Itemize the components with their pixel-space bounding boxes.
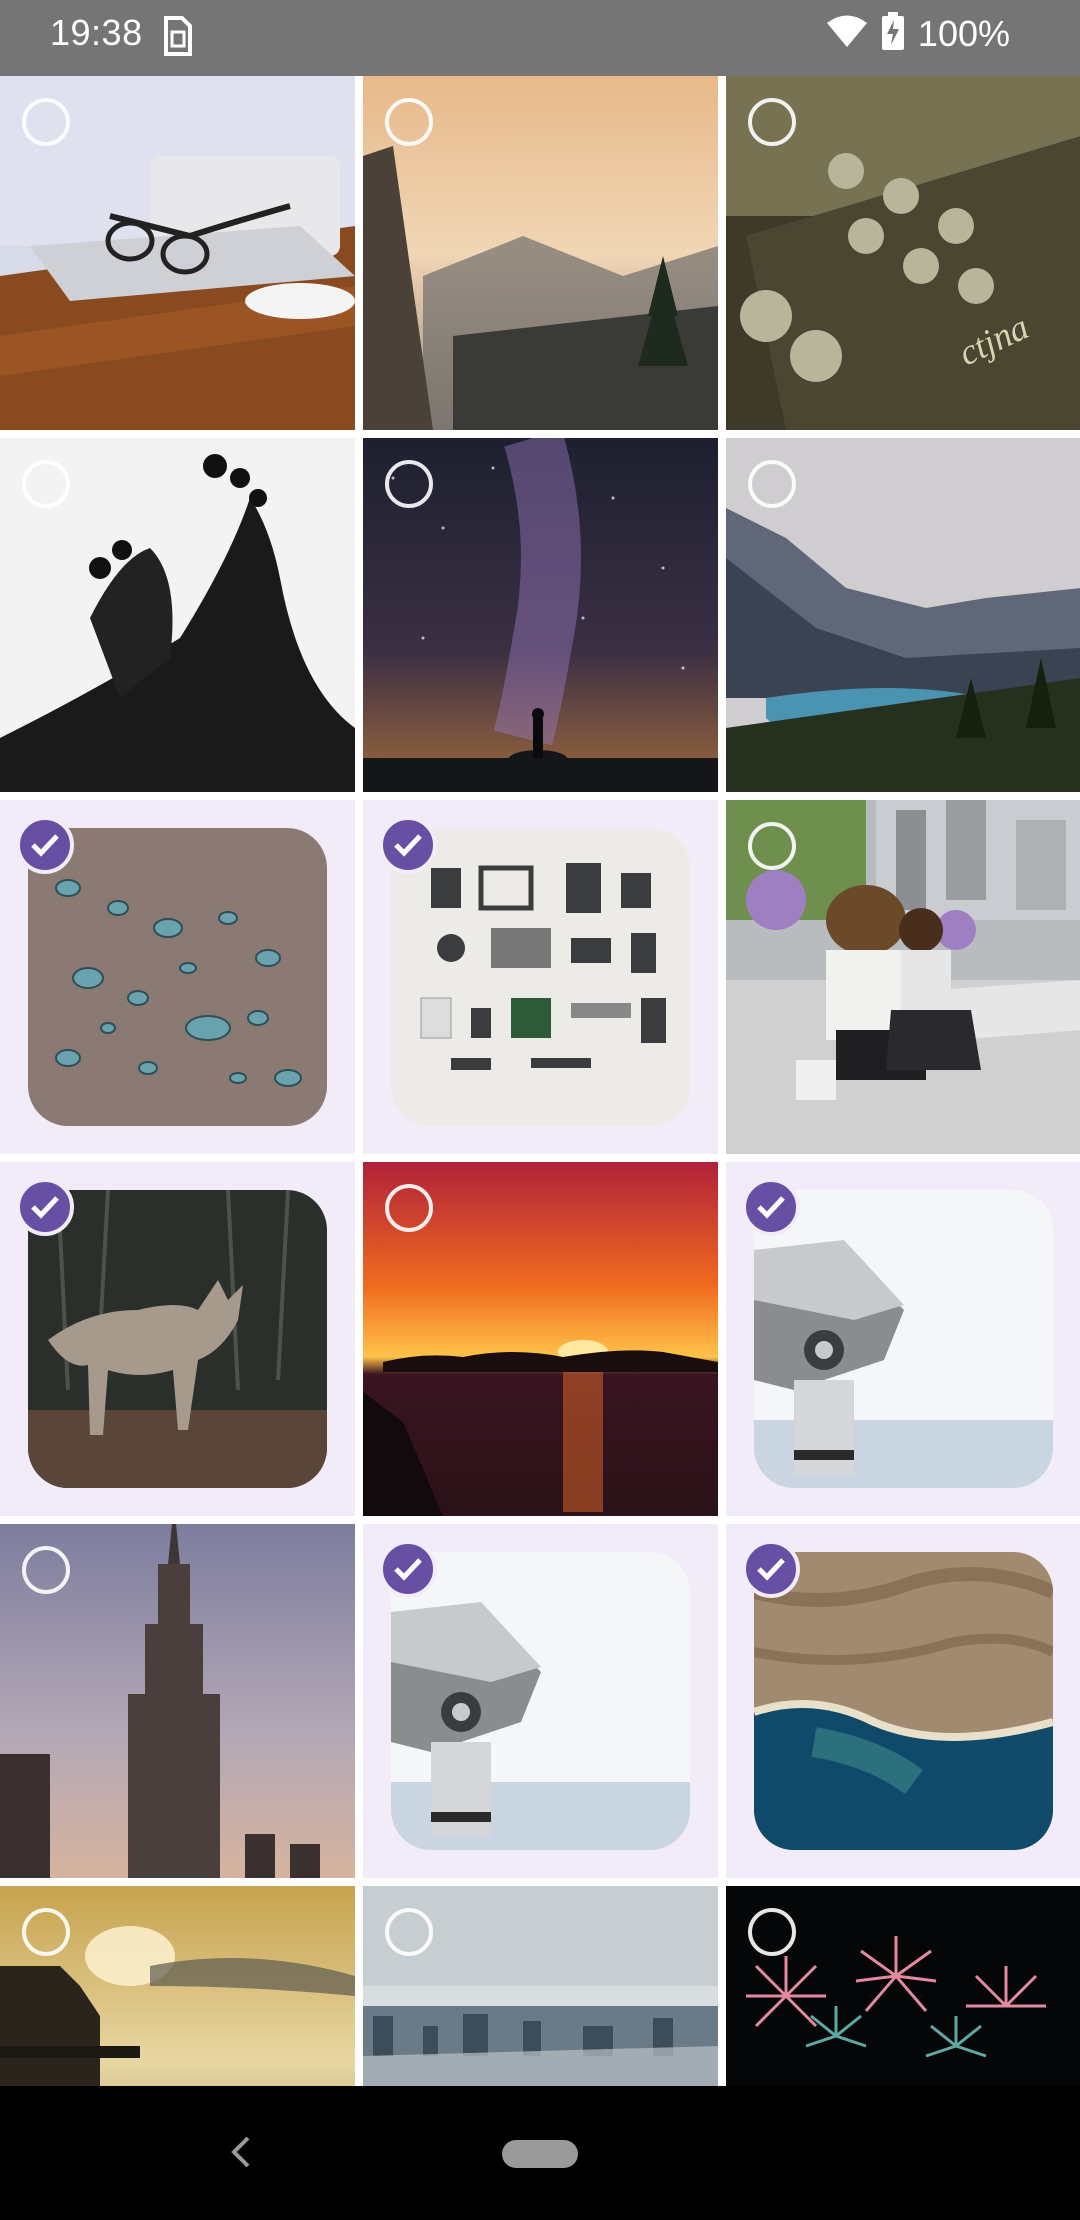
photo-tile[interactable] (0, 438, 355, 792)
photo-tile[interactable] (363, 1886, 718, 2086)
back-icon[interactable] (222, 2132, 262, 2172)
photo-tower-viewer (754, 1190, 1053, 1488)
select-circle[interactable] (748, 98, 796, 146)
select-circle[interactable] (748, 460, 796, 508)
check-icon[interactable] (379, 1540, 437, 1598)
status-time: 19:38 (50, 12, 143, 53)
photo-tile-selected[interactable] (726, 1524, 1080, 1878)
photo-tile[interactable] (726, 1886, 1080, 2086)
check-icon[interactable] (16, 1178, 74, 1236)
photo-tile[interactable] (0, 1524, 355, 1878)
select-circle[interactable] (22, 1908, 70, 1956)
photo-aerial-coastline (754, 1552, 1053, 1850)
home-pill[interactable] (502, 2140, 578, 2168)
photo-tile-selected[interactable] (726, 1162, 1080, 1516)
select-circle[interactable] (22, 98, 70, 146)
photo-coyote (28, 1190, 327, 1488)
photo-tile[interactable] (726, 438, 1080, 792)
sim-icon (160, 16, 194, 56)
select-circle[interactable] (385, 98, 433, 146)
photo-water-droplets (28, 828, 327, 1126)
select-circle[interactable] (748, 822, 796, 870)
navigation-bar (0, 2086, 1080, 2220)
select-circle[interactable] (22, 460, 70, 508)
photo-tile-selected[interactable] (363, 1524, 718, 1878)
photo-tile-selected[interactable] (0, 800, 355, 1154)
select-circle[interactable] (748, 1908, 796, 1956)
photo-tile-selected[interactable] (363, 800, 718, 1154)
status-bar: 19:38 100% (0, 0, 1080, 76)
check-icon[interactable] (742, 1178, 800, 1236)
check-icon[interactable] (16, 816, 74, 874)
photo-tower-viewer (391, 1552, 690, 1850)
wifi-icon (826, 14, 868, 53)
select-circle[interactable] (22, 1546, 70, 1594)
photo-tile[interactable] (0, 76, 355, 430)
battery-charging-icon (881, 12, 904, 55)
check-icon[interactable] (379, 816, 437, 874)
photo-tile[interactable] (363, 1162, 718, 1516)
photo-tile[interactable]: ctjna (726, 76, 1080, 430)
photo-tile[interactable] (363, 76, 718, 430)
select-circle[interactable] (385, 1184, 433, 1232)
check-icon[interactable] (742, 1540, 800, 1598)
photo-tile[interactable] (726, 800, 1080, 1154)
battery-percentage: 100% (917, 12, 1010, 54)
select-circle[interactable] (385, 1908, 433, 1956)
photo-camera-parts (391, 828, 690, 1126)
photo-tile-selected[interactable] (0, 1162, 355, 1516)
photo-tile[interactable] (363, 438, 718, 792)
photo-tile[interactable] (0, 1886, 355, 2086)
select-circle[interactable] (385, 460, 433, 508)
photo-grid: ctjna (0, 76, 1080, 2086)
